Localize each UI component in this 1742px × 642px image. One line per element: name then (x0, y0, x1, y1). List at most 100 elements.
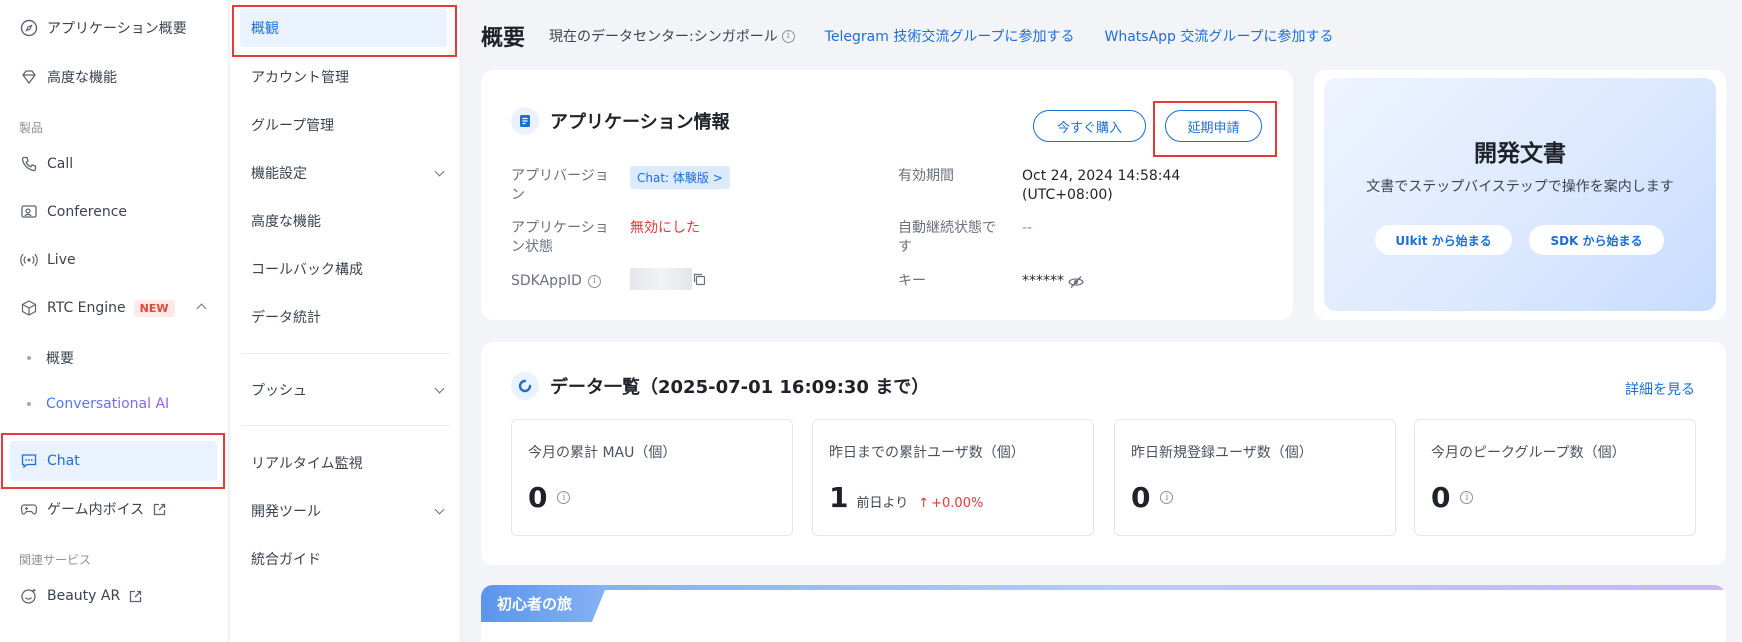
sdk-start-button[interactable]: SDK から始まる (1529, 225, 1664, 255)
stat-value: 0 (528, 481, 548, 514)
subnav-item-feature-settings[interactable]: 機能設定 (230, 151, 461, 195)
chevron-down-icon (434, 166, 445, 176)
auto-renew-label: 自動継続状態です (898, 220, 996, 255)
chevron-down-icon (434, 504, 445, 514)
data-overview-title-text: データ一覧（2025-07-01 16:09:30 まで） (550, 377, 930, 398)
phone-icon (20, 155, 38, 173)
status-label: アプリケーション状態 (511, 220, 609, 255)
info-icon[interactable]: i (781, 29, 795, 43)
bullet-icon (27, 402, 31, 406)
buy-now-button[interactable]: 今すぐ購入 (1033, 110, 1146, 142)
sidebar-item-game-voice[interactable]: ゲーム内ボイス (0, 487, 229, 531)
chevron-up-icon[interactable] (196, 303, 207, 314)
page-title: 概要 (481, 26, 526, 51)
stat-card-total-users: 昨日までの累計ユーザ数（個） 1 前日より ↑ +0.00% (812, 419, 1094, 536)
document-icon (511, 107, 539, 135)
subnav-label: 統合ガイド (251, 552, 321, 568)
smile-sparkle-icon (20, 587, 38, 605)
sidebar-item-call[interactable]: Call (0, 142, 229, 186)
stat-card-peak-groups: 今月のピークグループ数（個） 0 i (1414, 419, 1696, 536)
sdkappid-label: SDKAppID (511, 273, 582, 289)
sidebar-item-label: Live (47, 252, 76, 268)
subnav-item-dev-tools[interactable]: 開発ツール (230, 489, 461, 533)
bullet-icon (27, 356, 31, 360)
app-info-title: アプリケーション情報 (511, 107, 730, 135)
subnav-item-realtime-monitor[interactable]: リアルタイム監視 (230, 441, 461, 485)
stat-value-row: 0 i (1431, 481, 1474, 514)
page-header: 概要 現在のデータセンター:シンガポール i Telegram 技術交流グループ… (481, 18, 1334, 54)
stat-value: 0 (1431, 481, 1451, 514)
arrow-up-icon: ↑ (918, 496, 930, 511)
app-info-title-text: アプリケーション情報 (550, 112, 730, 133)
stat-change: +0.00% (931, 496, 984, 511)
stat-card-mau: 今月の累計 MAU（個） 0 i (511, 419, 793, 536)
eye-off-icon[interactable] (1068, 275, 1084, 289)
stat-label: 今月のピークグループ数（個） (1431, 445, 1626, 461)
datacenter-text: 現在のデータセンター:シンガポール (549, 29, 778, 45)
extend-highlight-box (1153, 101, 1277, 157)
validity-value-tz: (UTC+08:00) (1022, 187, 1113, 203)
cube-icon (20, 299, 38, 317)
stat-value-row: 0 i (1131, 481, 1174, 514)
sidebar-item-advanced[interactable]: 高度な機能 (0, 55, 229, 99)
validity-label: 有効期間 (898, 168, 954, 184)
secondary-sidebar: 概観 アカウント管理 グループ管理 機能設定 高度な機能 コールバック構成 デー… (230, 0, 461, 642)
version-tag[interactable]: Chat: 体験版 > (630, 166, 730, 189)
subnav-label: コールバック構成 (251, 262, 363, 278)
sidebar-subitem-rtc-overview[interactable]: 概要 (27, 348, 74, 368)
docs-subtitle: 文書でステップバイステップで操作を案内します (1366, 179, 1674, 195)
subnav-divider (241, 425, 450, 426)
data-overview-title: データ一覧（2025-07-01 16:09:30 まで） (511, 372, 929, 400)
stat-label: 今月の累計 MAU（個） (528, 445, 677, 461)
sidebar-item-label: RTC Engine (47, 300, 126, 316)
broadcast-icon (20, 251, 38, 269)
subnav-label: 高度な機能 (251, 214, 321, 230)
sidebar-subitem-label: Conversational AI (46, 396, 170, 412)
new-badge: NEW (133, 299, 175, 317)
subnav-item-statistics[interactable]: データ統計 (230, 295, 461, 339)
status-value: 無効にした (630, 220, 700, 236)
sidebar-item-live[interactable]: Live (0, 238, 229, 282)
section-related-label: 関連サービス (19, 553, 92, 567)
version-label: アプリバージョン (511, 168, 609, 203)
sidebar-item-label: Call (47, 156, 74, 172)
telegram-link[interactable]: Telegram 技術交流グループに参加する (825, 26, 1075, 46)
whatsapp-link[interactable]: WhatsApp 交流グループに参加する (1105, 26, 1334, 46)
copy-icon[interactable] (693, 273, 706, 290)
info-icon[interactable]: i (1160, 491, 1174, 504)
loading-ring-icon (511, 372, 539, 400)
stat-value: 1 (829, 481, 849, 514)
diamond-icon (20, 68, 38, 86)
sidebar-item-app-overview[interactable]: アプリケーション概要 (0, 6, 229, 50)
details-link[interactable]: 詳細を見る (1625, 379, 1695, 399)
subnav-item-callback[interactable]: コールバック構成 (230, 247, 461, 291)
sidebar-subitem-conversational-ai[interactable]: Conversational AI (27, 396, 169, 412)
sidebar-item-label: ゲーム内ボイス (47, 502, 145, 518)
chat-highlight-box (1, 433, 225, 489)
info-icon[interactable]: i (557, 491, 571, 504)
sidebar-item-conference[interactable]: Conference (0, 190, 229, 234)
subnav-item-push[interactable]: プッシュ (230, 368, 461, 412)
sidebar-item-label: アプリケーション概要 (47, 21, 187, 37)
subnav-item-integration-guide[interactable]: 統合ガイド (230, 537, 461, 581)
section-products-label: 製品 (19, 121, 44, 135)
chevron-down-icon (434, 383, 445, 393)
stat-value: 0 (1131, 481, 1151, 514)
sdkappid-masked-value (630, 268, 692, 290)
info-icon[interactable]: i (587, 275, 601, 288)
subnav-item-account[interactable]: アカウント管理 (230, 55, 461, 99)
sidebar-item-rtc-engine[interactable]: RTC Engine NEW (0, 286, 229, 330)
info-icon[interactable]: i (1460, 491, 1474, 504)
sidebar-item-label: Beauty AR (47, 588, 121, 604)
uikit-start-button[interactable]: UIkit から始まる (1375, 225, 1512, 255)
key-value-row: ****** (1022, 272, 1084, 291)
journey-tab: 初心者の旅 (481, 585, 607, 622)
external-link-icon (129, 590, 142, 603)
subnav-divider (241, 353, 450, 354)
sidebar-item-beauty-ar[interactable]: Beauty AR (0, 574, 229, 618)
subnav-label: アカウント管理 (251, 70, 349, 86)
subnav-item-advanced[interactable]: 高度な機能 (230, 199, 461, 243)
subnav-item-group[interactable]: グループ管理 (230, 103, 461, 147)
subnav-label: リアルタイム監視 (251, 456, 363, 472)
docs-title: 開発文書 (1474, 141, 1566, 167)
